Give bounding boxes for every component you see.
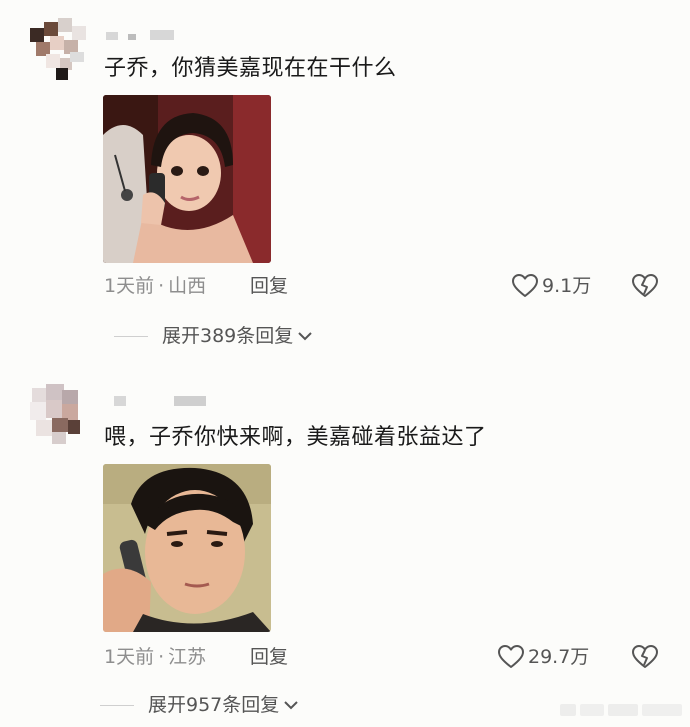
comment-location: 江苏 xyxy=(168,646,207,668)
like-button[interactable]: 29.7万 xyxy=(498,645,589,669)
watermark xyxy=(560,700,686,720)
dislike-button[interactable] xyxy=(632,645,658,673)
meta-separator: · xyxy=(158,646,165,668)
like-count: 29.7万 xyxy=(528,646,590,668)
expand-replies[interactable]: 展开957条回复 xyxy=(100,693,299,717)
heart-icon xyxy=(498,645,524,668)
chevron-down-icon xyxy=(284,701,298,710)
broken-heart-icon xyxy=(632,645,658,668)
expand-divider xyxy=(100,704,134,706)
username-redacted[interactable] xyxy=(104,396,224,410)
comment-item-2: 喂，子乔你快来啊，美嘉碰着张益达了 1天前 · 江苏 回复 29.7万 展开95… xyxy=(0,0,690,727)
comment-meta: 1天前 · 江苏 xyxy=(104,645,206,669)
comment-image[interactable] xyxy=(103,464,271,632)
expand-replies-label: 展开957条回复 xyxy=(148,694,280,716)
comment-text: 喂，子乔你快来啊，美嘉碰着张益达了 xyxy=(104,425,487,450)
avatar[interactable] xyxy=(26,382,84,444)
reply-button[interactable]: 回复 xyxy=(250,645,288,669)
comment-time: 1天前 xyxy=(104,646,155,668)
